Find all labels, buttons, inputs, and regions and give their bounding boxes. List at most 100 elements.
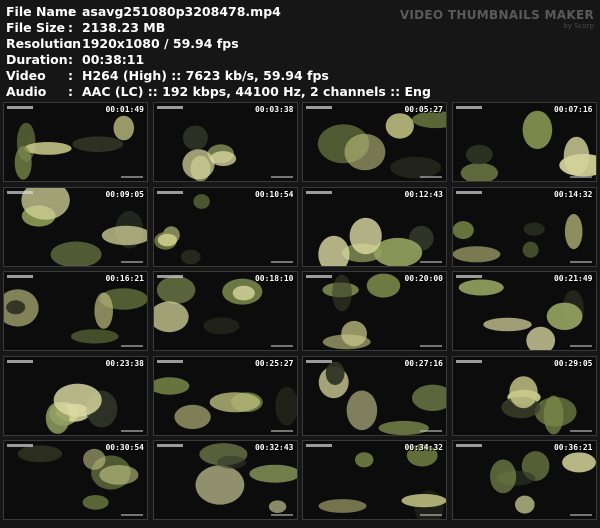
- thumbnail-frame-image: [4, 441, 147, 519]
- watermark-mark: [569, 176, 592, 178]
- watermark-mark: [121, 514, 143, 516]
- thumbnail-timestamp: 00:29:05: [553, 358, 593, 368]
- thumbnail-timestamp: 00:18:10: [254, 274, 294, 283]
- watermark-mark: [420, 176, 442, 178]
- watermark-mark: [156, 190, 183, 194]
- thumbnail[interactable]: 00:10:54: [152, 186, 298, 267]
- thumbnail[interactable]: 00:03:38: [152, 102, 298, 182]
- info-separator: :: [68, 68, 73, 83]
- watermark-mark: [455, 275, 482, 278]
- thumbnail-timestamp: 00:34:32: [404, 443, 443, 452]
- thumbnail-timestamp: 00:16:21: [105, 274, 144, 283]
- thumbnail[interactable]: 00:23:38: [3, 355, 148, 436]
- watermark-mark: [455, 106, 482, 109]
- thumbnail[interactable]: 00:07:16: [451, 102, 597, 182]
- watermark-mark: [121, 176, 143, 178]
- thumbnail-frame-image: [452, 356, 596, 435]
- thumbnail-timestamp: 00:07:16: [553, 105, 593, 114]
- watermark-mark: [420, 345, 442, 347]
- info-label: File Name: [6, 4, 77, 19]
- info-label: Audio: [6, 84, 47, 99]
- thumbnail[interactable]: 00:36:21: [451, 440, 597, 520]
- thumbnail[interactable]: 00:05:27: [302, 102, 447, 182]
- thumbnail-timestamp: 00:01:49: [105, 105, 144, 114]
- watermark-mark: [270, 176, 293, 178]
- info-separator: :: [68, 36, 73, 51]
- info-label: Resolution: [6, 36, 82, 51]
- watermark-mark: [420, 260, 442, 263]
- watermark-mark: [306, 444, 332, 447]
- thumbnail[interactable]: 00:27:16: [302, 355, 447, 436]
- thumbnail[interactable]: 00:12:43: [302, 186, 447, 267]
- watermark-mark: [420, 514, 442, 516]
- thumbnail[interactable]: 00:29:05: [451, 355, 597, 436]
- thumbnail-timestamp: 00:23:38: [105, 358, 144, 368]
- thumbnail[interactable]: 00:34:32: [302, 440, 447, 520]
- watermark-mark: [569, 429, 592, 432]
- thumbnail-timestamp: 00:14:32: [553, 189, 593, 199]
- thumbnail-frame-image: [452, 441, 596, 519]
- watermark-mark: [569, 514, 592, 516]
- thumbnail-frame-image: [303, 187, 446, 266]
- thumbnail[interactable]: 00:01:49: [3, 102, 148, 182]
- info-value: 00:38:11: [82, 52, 145, 67]
- thumbnail-frame-image: [153, 103, 297, 181]
- thumbnail-frame-image: [153, 441, 297, 519]
- thumbnail-timestamp: 00:21:49: [553, 274, 593, 283]
- thumbnail[interactable]: 00:32:43: [152, 440, 298, 520]
- thumbnail-timestamp: 00:05:27: [404, 105, 443, 114]
- watermark-mark: [7, 359, 33, 363]
- thumbnail-timestamp: 00:20:00: [404, 274, 443, 283]
- thumbnail-frame-image: [153, 356, 297, 435]
- watermark-mark: [121, 429, 143, 432]
- watermark-mark: [156, 106, 183, 109]
- watermark-mark: [121, 260, 143, 263]
- watermark-mark: [7, 275, 33, 278]
- thumbnail-frame-image: [153, 187, 297, 266]
- thumbnail-timestamp: 00:36:21: [553, 443, 593, 452]
- info-value: AAC (LC) :: 192 kbps, 44100 Hz, 2 channe…: [82, 84, 431, 99]
- brand-subtitle: by Scorp: [563, 22, 594, 30]
- thumbnail-frame-image: [153, 272, 297, 350]
- watermark-mark: [270, 345, 293, 347]
- info-label: Duration: [6, 52, 68, 67]
- watermark-mark: [569, 345, 592, 347]
- watermark-mark: [270, 429, 293, 432]
- watermark-mark: [420, 429, 442, 432]
- watermark-mark: [455, 444, 482, 447]
- info-value: 1920x1080 / 59.94 fps: [82, 36, 239, 51]
- info-value: 2138.23 MB: [82, 20, 166, 35]
- watermark-mark: [306, 190, 332, 194]
- info-header: File Name : asavg251080p3208478.mp4 File…: [0, 0, 600, 102]
- thumbnail-frame-image: [452, 187, 596, 266]
- info-label: File Size: [6, 20, 65, 35]
- thumbnail[interactable]: 00:21:49: [451, 271, 597, 351]
- thumbnail[interactable]: 00:09:05: [3, 186, 148, 267]
- thumbnail[interactable]: 00:16:21: [3, 271, 148, 351]
- info-separator: :: [68, 4, 73, 19]
- watermark-mark: [7, 106, 33, 109]
- thumbnail-frame-image: [452, 272, 596, 350]
- watermark-mark: [156, 444, 183, 447]
- thumbnail[interactable]: 00:25:27: [152, 355, 298, 436]
- thumbnail-timestamp: 00:09:05: [105, 189, 144, 199]
- thumbnail-frame-image: [303, 356, 446, 435]
- watermark-mark: [569, 260, 592, 263]
- watermark-mark: [306, 275, 332, 278]
- thumbnail[interactable]: 00:20:00: [302, 271, 447, 351]
- thumbnail-frame-image: [303, 441, 446, 519]
- thumbnail-frame-image: [303, 272, 446, 350]
- thumbnail-frame-image: [303, 103, 446, 181]
- thumbnail-frame-image: [4, 272, 147, 350]
- thumbnail[interactable]: 00:30:54: [3, 440, 148, 520]
- thumbnail-grid: 00:01:49 00:03:38 00:05:27 00:07:16 00:09:05…: [3, 102, 597, 524]
- thumbnail-timestamp: 00:12:43: [404, 189, 443, 199]
- thumbnail-frame-image: [4, 103, 147, 181]
- thumbnail-frame-image: [4, 187, 147, 266]
- thumbnail[interactable]: 00:14:32: [451, 186, 597, 267]
- watermark-mark: [156, 275, 183, 278]
- thumbnail[interactable]: 00:18:10: [152, 271, 298, 351]
- info-separator: :: [68, 84, 73, 99]
- info-separator: :: [68, 20, 73, 35]
- thumbnail-frame-image: [452, 103, 596, 181]
